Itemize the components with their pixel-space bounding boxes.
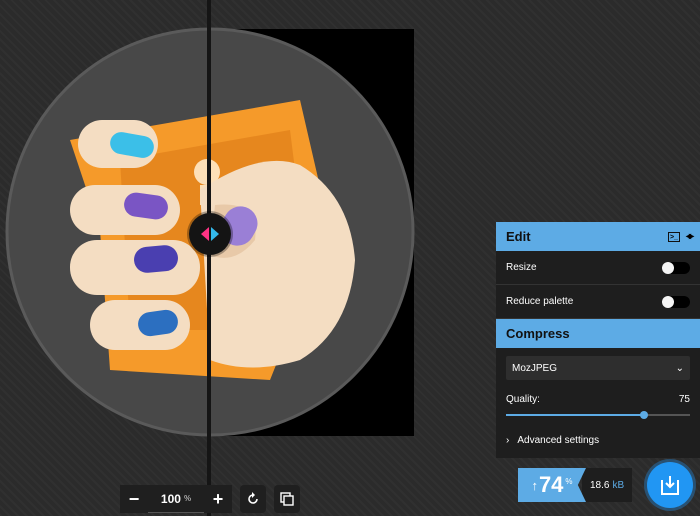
divider-handle[interactable] <box>189 213 231 255</box>
advanced-settings-label: Advanced settings <box>517 435 600 446</box>
chevron-down-icon: ⌄ <box>675 362 684 374</box>
download-icon <box>661 476 679 495</box>
file-size-value: 18.6 <box>590 479 610 491</box>
zoom-out-button[interactable]: − <box>120 485 148 513</box>
size-reduction-unit: % <box>565 477 573 486</box>
resize-row: Resize <box>496 251 700 285</box>
file-size-unit: kB <box>612 479 625 491</box>
resize-label: Resize <box>506 262 537 273</box>
background-toggle-icon <box>280 492 294 506</box>
rotate-icon <box>248 492 258 504</box>
edit-title: Edit <box>506 229 531 244</box>
zoom-unit: % <box>183 494 192 503</box>
advanced-settings-toggle[interactable]: › Advanced settings <box>506 435 690 452</box>
compress-body: MozJPEG ⌄ Quality: 75 › Advanced setting… <box>496 348 700 458</box>
zoom-value: 100 <box>160 491 181 506</box>
rotate-button[interactable] <box>240 485 266 513</box>
result-summary: ↑ 74 % 18.6 kB <box>518 468 633 502</box>
download-button[interactable] <box>647 462 693 508</box>
zoom-toolbar: − 100 % + <box>120 485 300 513</box>
arrow-right-icon <box>211 227 219 241</box>
codec-value: MozJPEG <box>512 362 558 374</box>
arrow-up-icon: ↑ <box>531 477 538 493</box>
quality-row: Quality: 75 <box>506 394 690 405</box>
edit-header: Edit >_ ◂▸ <box>496 222 700 251</box>
split-view-icon[interactable]: ◂▸ <box>686 231 694 242</box>
size-reduction-badge: ↑ 74 % <box>518 468 586 502</box>
codec-select[interactable]: MozJPEG ⌄ <box>506 356 690 380</box>
file-size: 18.6 kB <box>582 468 633 502</box>
options-panel: Edit >_ ◂▸ Resize Reduce palette Compres… <box>496 222 700 458</box>
size-reduction-value: 74 <box>538 472 564 497</box>
compress-title: Compress <box>506 326 570 341</box>
arrow-left-icon <box>201 227 209 241</box>
quality-slider-fill <box>506 414 644 416</box>
terminal-icon[interactable]: >_ <box>667 231 680 242</box>
chevron-right-icon: › <box>506 435 510 446</box>
comparison-divider[interactable] <box>207 0 211 516</box>
zoom-in-button[interactable]: + <box>204 485 232 513</box>
compress-header: Compress <box>496 319 700 348</box>
reduce-palette-toggle[interactable] <box>662 295 690 308</box>
quality-value: 75 <box>678 394 690 405</box>
reduce-palette-row: Reduce palette <box>496 285 700 319</box>
resize-toggle[interactable] <box>662 261 690 274</box>
background-toggle-button[interactable] <box>274 485 300 513</box>
zoom-input[interactable]: 100 % <box>148 485 204 513</box>
quality-slider-thumb[interactable] <box>640 411 648 419</box>
quality-label: Quality: <box>506 394 540 405</box>
reduce-palette-label: Reduce palette <box>506 296 574 307</box>
zoom-group: − 100 % + <box>120 485 232 513</box>
quality-slider[interactable] <box>506 409 690 421</box>
